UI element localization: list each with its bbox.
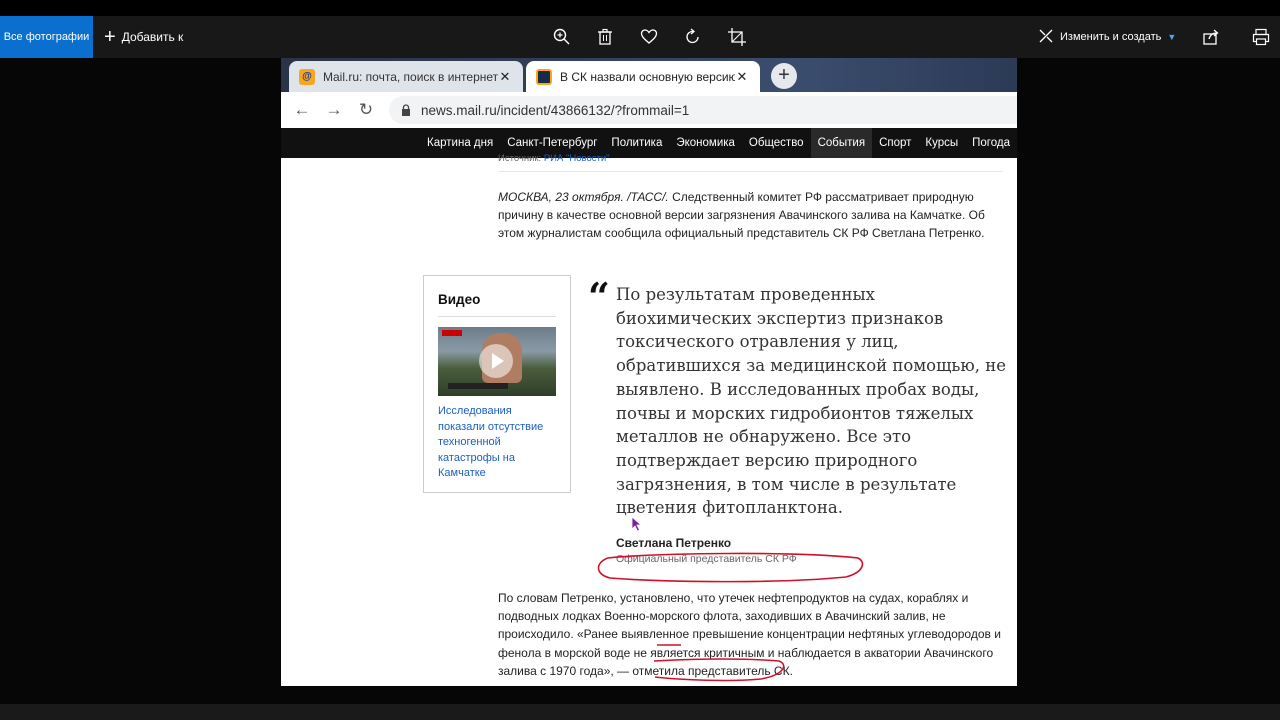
url-field[interactable]: news.mail.ru/incident/43866132/?frommail…	[389, 96, 1017, 124]
edit-create-button[interactable]: Изменить и создать ▼	[1038, 16, 1176, 58]
video-heading: Видео	[438, 292, 481, 307]
thumbnail-caption-bar	[448, 383, 508, 389]
edit-create-icon	[1038, 28, 1054, 47]
nav-item-kartina-dnya[interactable]: Картина дня	[420, 128, 500, 158]
nav-item-sobytiya[interactable]: События	[810, 128, 873, 158]
tab-title: В СК назвали основную версию	[560, 69, 735, 84]
quote-text: По результатам проведенных биохимических…	[616, 285, 1007, 518]
article-lead: МОСКВА, 23 октября. /ТАСС/. Следственный…	[498, 188, 1003, 242]
play-icon[interactable]	[479, 344, 513, 378]
quote-author: Светлана Петренко	[616, 536, 732, 550]
nav-item-politika[interactable]: Политика	[604, 128, 669, 158]
mail-at-icon: @	[299, 68, 315, 85]
nav-item-kursy[interactable]: Курсы	[918, 128, 965, 158]
source-link[interactable]: РИА "Новости"	[544, 153, 610, 164]
reload-icon[interactable]: ↻	[355, 99, 377, 121]
quote-author-role: Официальный представитель СК РФ	[616, 553, 797, 565]
all-photos-button[interactable]: Все фотографии	[0, 16, 93, 58]
nav-item-pogoda[interactable]: Погода	[965, 128, 1017, 158]
screen-top-bar	[0, 0, 1280, 16]
crop-icon[interactable]	[727, 27, 747, 47]
favorite-icon[interactable]	[639, 27, 659, 47]
nav-item-ekonomika[interactable]: Экономика	[669, 128, 742, 158]
add-to-label: Добавить к	[121, 30, 184, 44]
photos-toolbar: Все фотографии + Добавить к Изменить и с…	[0, 16, 1280, 58]
lead-dateline: МОСКВА, 23 октября. /ТАСС/.	[498, 190, 669, 204]
share-icon[interactable]	[1201, 27, 1221, 47]
video-caption-link[interactable]: Исследования показали отсутствие техноге…	[438, 404, 558, 482]
mouse-cursor-icon	[631, 516, 643, 532]
news-icon	[536, 68, 552, 85]
channel-logo	[442, 330, 462, 336]
article-content: Источник: РИА "Новости" МОСКВА, 23 октяб…	[281, 153, 1017, 686]
nav-item-obshchestvo[interactable]: Общество	[742, 128, 811, 158]
article-paragraph: По словам Петренко, установлено, что уте…	[498, 591, 1001, 678]
add-to-button[interactable]: + Добавить к	[104, 16, 183, 58]
tab-mail-ru[interactable]: @ Mail.ru: почта, поиск в интернете ✕	[289, 61, 523, 92]
site-nav: Картина дня Санкт-Петербург Политика Эко…	[281, 128, 1017, 158]
browser-screenshot: @ Mail.ru: почта, поиск в интернете ✕ В …	[281, 58, 1017, 686]
tab-title: Mail.ru: почта, поиск в интернете	[323, 69, 498, 84]
back-arrow-icon[interactable]: ←	[291, 99, 313, 121]
nav-item-sport[interactable]: Спорт	[872, 128, 918, 158]
tab-strip: @ Mail.ru: почта, поиск в интернете ✕ В …	[281, 58, 1017, 92]
source-label: Источник:	[498, 153, 542, 164]
screen-bottom-bar	[0, 704, 1280, 720]
rotate-icon[interactable]	[683, 27, 703, 47]
divider	[438, 316, 556, 317]
quote-mark-icon: “	[588, 274, 610, 319]
zoom-icon[interactable]	[552, 27, 572, 47]
video-widget: Видео Исследования показали отсутствие т…	[423, 275, 571, 493]
address-bar-row: ← → ↻ news.mail.ru/incident/43866132/?fr…	[281, 92, 1017, 129]
lock-icon	[401, 104, 411, 116]
tab-news[interactable]: В СК назвали основную версию ✕	[526, 61, 760, 92]
print-icon[interactable]	[1251, 27, 1271, 47]
url-text: news.mail.ru/incident/43866132/?frommail…	[421, 102, 690, 118]
video-thumbnail[interactable]	[438, 327, 556, 396]
delete-icon[interactable]	[595, 27, 615, 47]
close-icon[interactable]: ✕	[498, 69, 512, 85]
close-icon[interactable]: ✕	[735, 69, 749, 85]
new-tab-button[interactable]: +	[771, 63, 797, 89]
chevron-down-icon: ▼	[1167, 32, 1177, 42]
edit-create-label: Изменить и создать	[1060, 31, 1162, 43]
article-source: Источник: РИА "Новости"	[498, 153, 610, 164]
plus-icon: +	[104, 26, 116, 48]
forward-arrow-icon[interactable]: →	[323, 99, 345, 121]
divider	[498, 171, 1003, 172]
